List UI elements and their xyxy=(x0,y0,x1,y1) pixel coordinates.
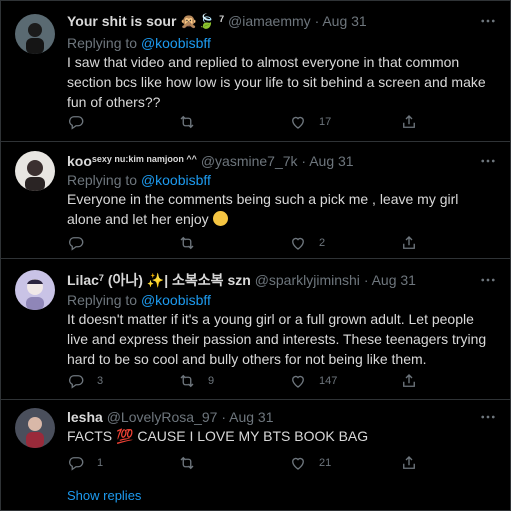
retweet-icon xyxy=(178,454,196,472)
display-name[interactable]: lesha xyxy=(67,409,103,425)
tweet-text: It doesn't matter if it's a young girl o… xyxy=(67,311,487,367)
more-options-icon[interactable] xyxy=(478,12,498,30)
like-count: 17 xyxy=(319,116,332,128)
tweet-date[interactable]: · Aug 31 xyxy=(364,272,416,288)
reply-icon xyxy=(67,372,85,390)
thread-frame: Your shit is sour 🙊🍃 7 @iamaemmy · Aug 3… xyxy=(0,0,511,511)
reply-button[interactable]: 1 xyxy=(67,453,103,473)
tweet-1[interactable]: Your shit is sour 🙊🍃 7 @iamaemmy · Aug 3… xyxy=(1,1,510,141)
replying-label: Replying to xyxy=(67,292,138,308)
share-icon xyxy=(400,113,418,131)
reply-count: 3 xyxy=(97,375,104,387)
retweet-count: 9 xyxy=(208,375,215,387)
retweet-icon xyxy=(178,372,196,390)
share-icon xyxy=(400,454,418,472)
tweet-header: koosexy nu:kim namjoon ^^ @yasmine7_7k ·… xyxy=(67,152,476,170)
replying-handle[interactable]: @koobisbff xyxy=(141,35,211,51)
share-button[interactable] xyxy=(400,453,418,473)
avatar[interactable] xyxy=(15,408,55,448)
share-button[interactable] xyxy=(400,371,418,391)
name-extra: (아나) xyxy=(107,272,143,288)
tweet-3[interactable]: Lilac7 (아나) ✨| 소복소복 szn @sparklyjiminshi… xyxy=(1,259,510,399)
user-handle[interactable]: @LovelyRosa_97 xyxy=(107,409,218,425)
relieved-emoji-icon xyxy=(212,211,228,226)
name-suffix: 7 xyxy=(219,14,225,24)
tweet-date[interactable]: · Aug 31 xyxy=(301,153,353,169)
replying-handle[interactable]: @koobisbff xyxy=(141,292,211,308)
retweet-icon xyxy=(178,234,196,252)
retweet-button[interactable]: 9 xyxy=(178,371,214,391)
more-options-icon[interactable] xyxy=(478,152,498,170)
tweet-text: I saw that video and replied to almost e… xyxy=(67,54,486,110)
share-icon xyxy=(400,234,418,252)
heart-icon xyxy=(289,113,307,131)
like-button[interactable]: 21 xyxy=(289,453,331,473)
like-count: 147 xyxy=(319,375,338,387)
tweet-header: Your shit is sour 🙊🍃 7 @iamaemmy · Aug 3… xyxy=(67,12,476,30)
share-icon xyxy=(400,372,418,390)
tweet-actions: 3 9 147 xyxy=(61,371,496,391)
more-options-icon[interactable] xyxy=(478,408,498,426)
retweet-button[interactable] xyxy=(178,453,208,473)
sparkles-emoji-icon: ✨ xyxy=(146,272,165,288)
share-button[interactable] xyxy=(400,233,418,253)
replying-handle[interactable]: @koobisbff xyxy=(141,172,211,188)
user-handle[interactable]: @iamaemmy xyxy=(228,13,311,29)
tweet-actions: 2 xyxy=(61,233,496,253)
avatar[interactable] xyxy=(15,151,55,191)
replying-label: Replying to xyxy=(67,172,138,188)
like-button[interactable]: 17 xyxy=(289,112,331,132)
tweet-2[interactable]: koosexy nu:kim namjoon ^^ @yasmine7_7k ·… xyxy=(1,142,510,258)
share-button[interactable] xyxy=(400,112,418,132)
reply-button[interactable] xyxy=(67,233,97,253)
more-options-icon[interactable] xyxy=(478,271,498,289)
reply-icon xyxy=(67,113,85,131)
user-handle[interactable]: @yasmine7_7k xyxy=(201,153,298,169)
tweet-actions: 1 21 xyxy=(61,453,496,473)
reply-button[interactable] xyxy=(67,112,97,132)
reply-count: 1 xyxy=(97,457,104,469)
tweet-text: FACTS 💯 CAUSE I LOVE MY BTS BOOK BAG xyxy=(67,428,369,444)
display-name[interactable]: Lilac xyxy=(67,272,99,288)
retweet-button[interactable] xyxy=(178,112,208,132)
tweet-header: lesha @LovelyRosa_97 · Aug 31 xyxy=(67,408,476,426)
heart-icon xyxy=(289,372,307,390)
avatar[interactable] xyxy=(15,270,55,310)
name-suffix: 7 xyxy=(98,273,104,283)
tweet-actions: 17 xyxy=(61,112,496,132)
reply-button[interactable]: 3 xyxy=(67,371,103,391)
like-count: 21 xyxy=(319,457,332,469)
name-korean: | 소복소복 szn xyxy=(164,272,251,288)
user-handle[interactable]: @sparklyjiminshi xyxy=(255,272,360,288)
tweet-header: Lilac7 (아나) ✨| 소복소복 szn @sparklyjiminshi… xyxy=(67,271,476,289)
like-button[interactable]: 147 xyxy=(289,371,337,391)
reply-icon xyxy=(67,454,85,472)
avatar[interactable] xyxy=(15,14,55,54)
display-name[interactable]: Your shit is sour xyxy=(67,13,176,29)
replying-label: Replying to xyxy=(67,35,138,51)
replying-to: Replying to @koobisbff xyxy=(67,291,211,309)
leaf-emoji-icon: 🍃 xyxy=(197,13,216,29)
show-replies-link[interactable]: Show replies xyxy=(67,488,141,503)
like-button[interactable]: 2 xyxy=(289,233,325,253)
name-suffix: sexy nu:kim namjoon ^^ xyxy=(91,154,197,164)
monkey-emoji-icon: 🙊 xyxy=(180,13,198,29)
tweet-date[interactable]: · Aug 31 xyxy=(221,409,273,425)
tweet-text: Everyone in the comments being such a pi… xyxy=(67,191,459,227)
reply-icon xyxy=(67,234,85,252)
display-name[interactable]: koo xyxy=(67,153,92,169)
heart-icon xyxy=(289,234,307,252)
tweet-text-wrap: Everyone in the comments being such a pi… xyxy=(67,189,496,229)
tweet-date[interactable]: · Aug 31 xyxy=(315,13,367,29)
like-count: 2 xyxy=(319,237,326,249)
replying-to: Replying to @koobisbff xyxy=(67,34,211,52)
retweet-icon xyxy=(178,113,196,131)
heart-icon xyxy=(289,454,307,472)
replying-to: Replying to @koobisbff xyxy=(67,171,211,189)
retweet-button[interactable] xyxy=(178,233,208,253)
